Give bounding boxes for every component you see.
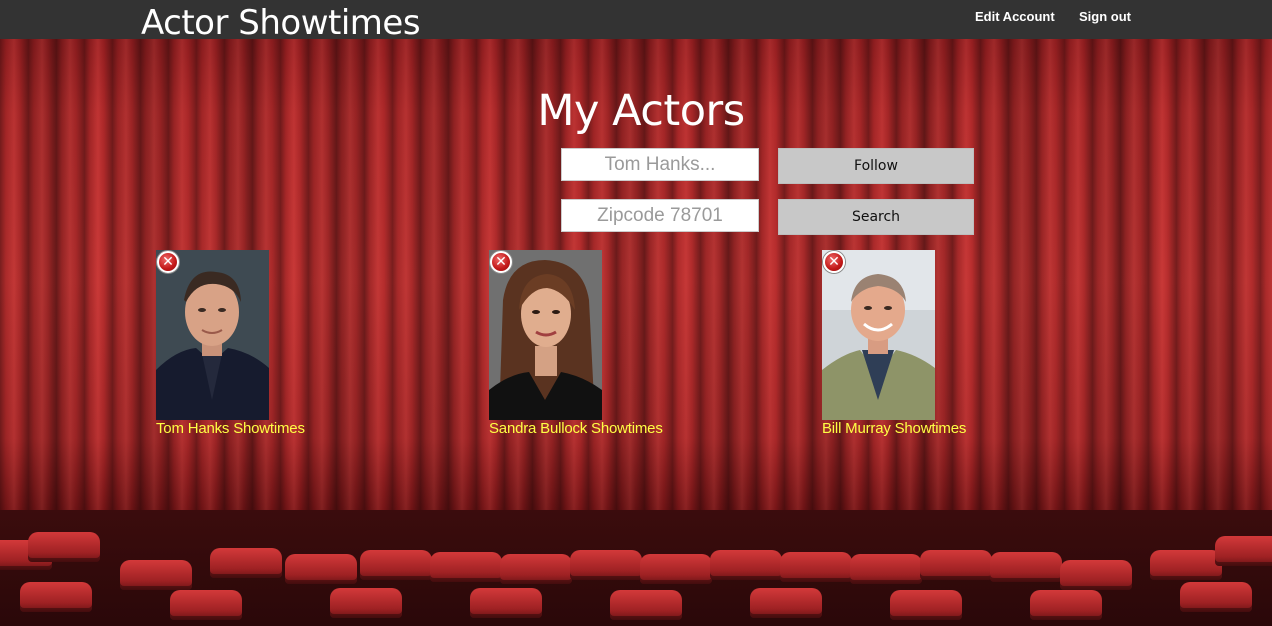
actor-name-input[interactable] (561, 148, 759, 181)
theater-seats (0, 510, 1272, 626)
actor-card-bill-murray: ✕ Bill Murray Showtimes (822, 250, 1082, 440)
remove-icon[interactable]: ✕ (823, 251, 845, 273)
edit-account-link[interactable]: Edit Account (975, 9, 1055, 25)
actor-photo (822, 250, 935, 420)
actor-showtimes-link[interactable]: Bill Murray Showtimes (822, 420, 966, 437)
actor-photo (156, 250, 269, 420)
actor-card-sandra-bullock: ✕ Sandra Bullock Showtimes (489, 250, 749, 440)
brand-title[interactable]: Actor Showtimes (141, 3, 421, 43)
remove-icon[interactable]: ✕ (157, 251, 179, 273)
actor-showtimes-link[interactable]: Sandra Bullock Showtimes (489, 420, 663, 437)
sign-out-link[interactable]: Sign out (1079, 9, 1131, 25)
actor-showtimes-link[interactable]: Tom Hanks Showtimes (156, 420, 305, 437)
page-title: My Actors (537, 86, 745, 136)
top-navbar: Actor Showtimes Edit Account Sign out (0, 0, 1272, 43)
remove-icon[interactable]: ✕ (490, 251, 512, 273)
actor-photo (489, 250, 602, 420)
actor-card-tom-hanks: ✕ Tom Hanks Showtimes (156, 250, 416, 440)
search-button[interactable]: Search (778, 199, 974, 235)
follow-button[interactable]: Follow (778, 148, 974, 184)
zipcode-input[interactable] (561, 199, 759, 232)
